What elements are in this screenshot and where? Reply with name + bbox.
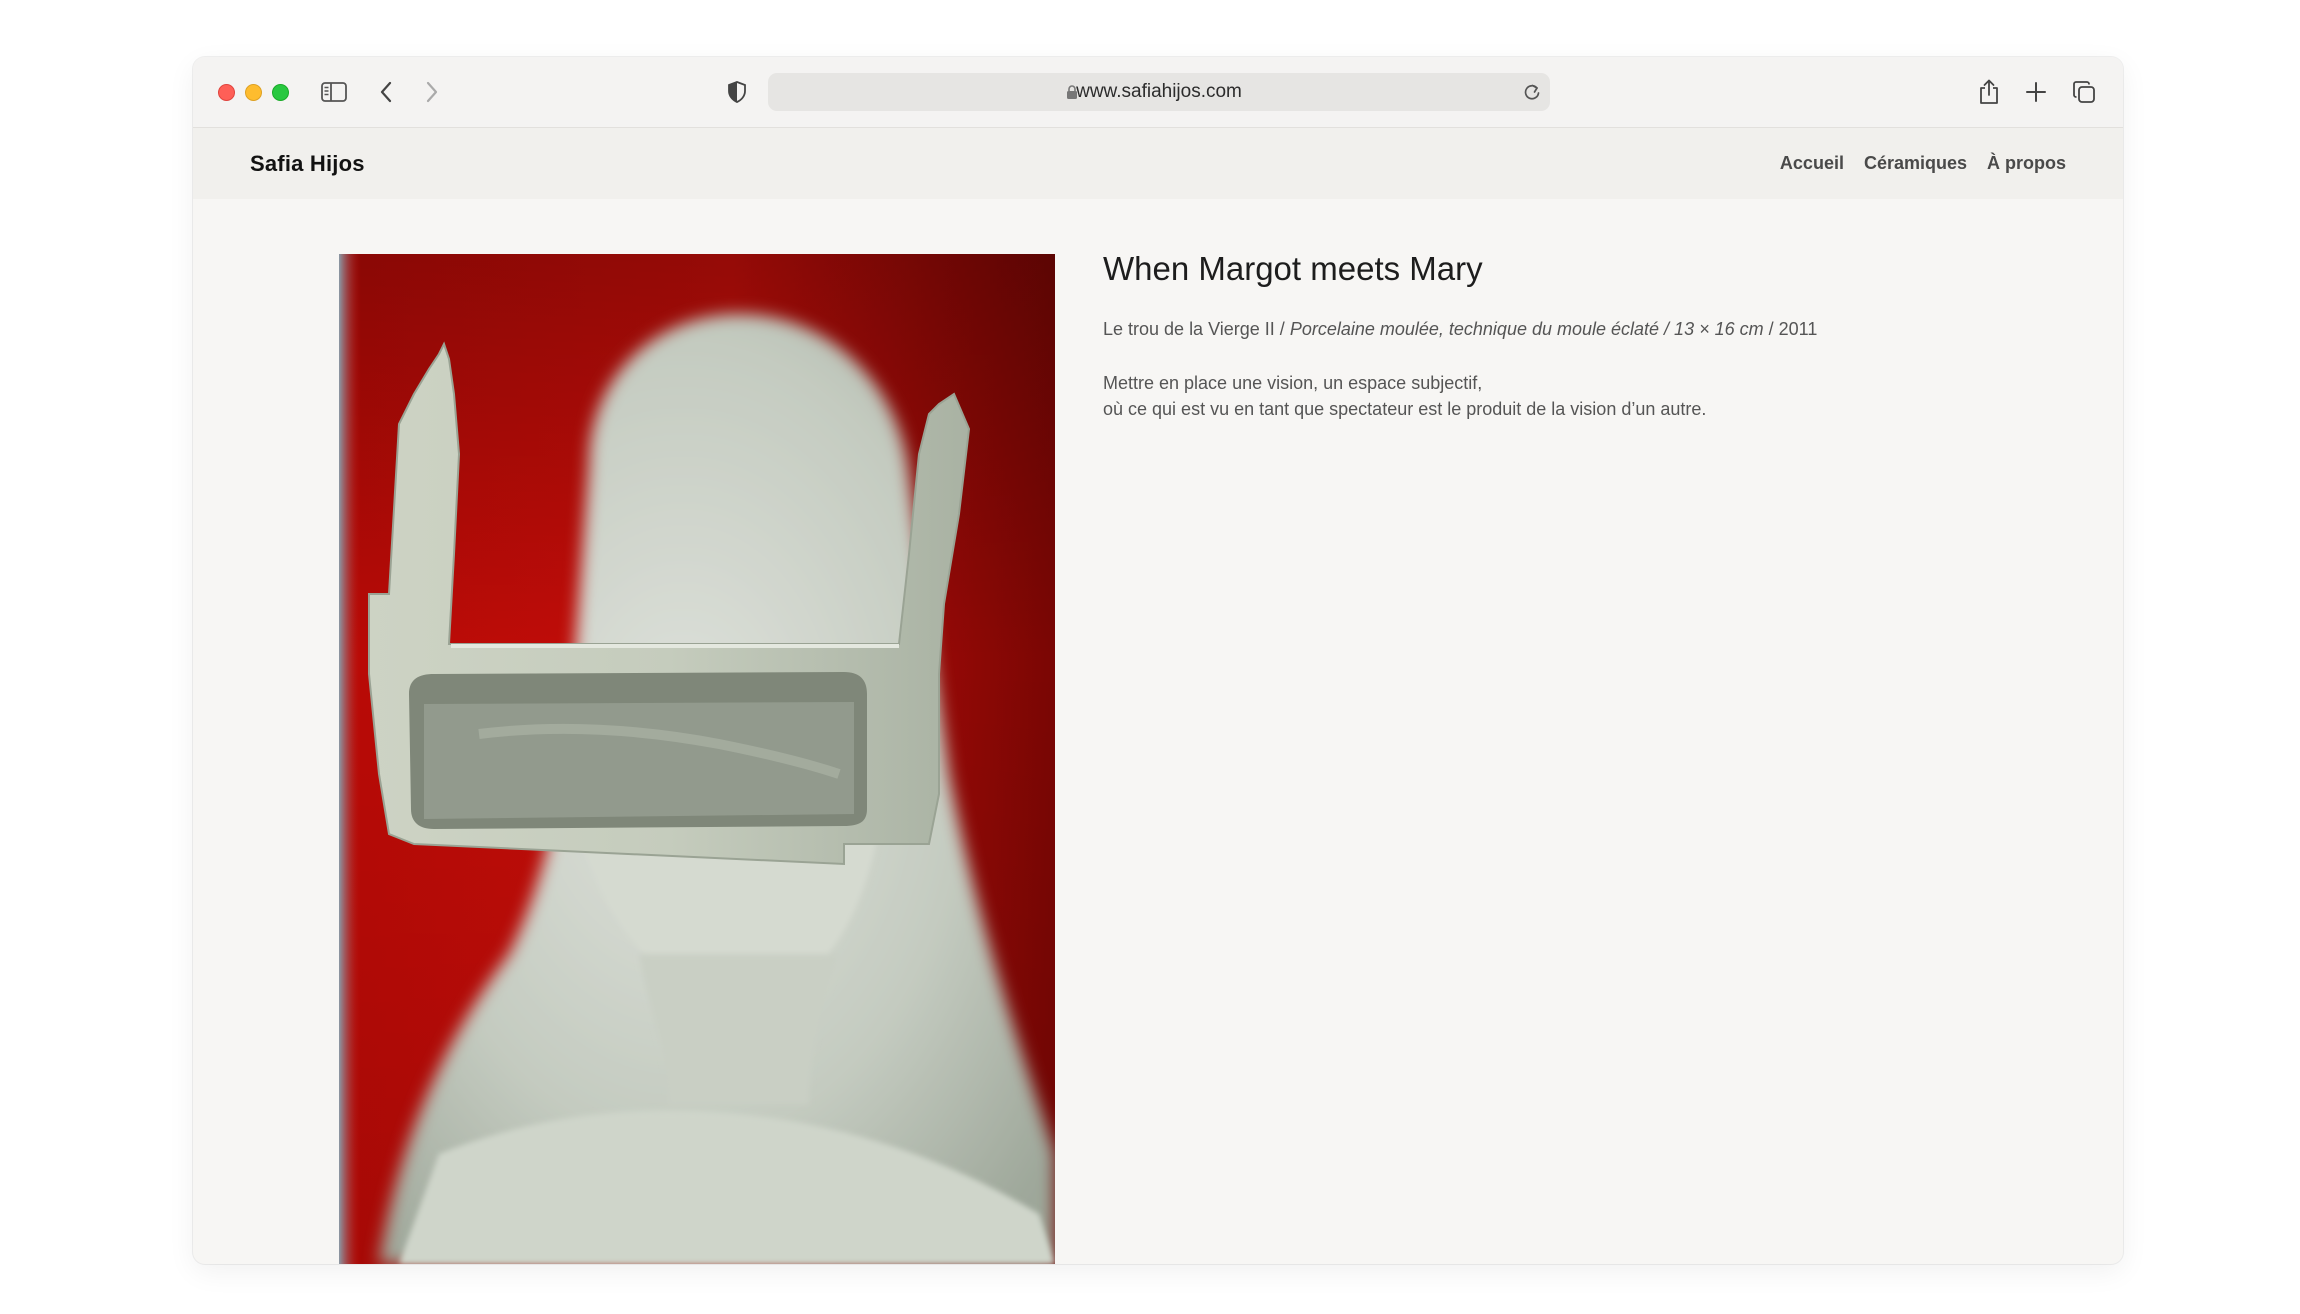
artwork-meta: Le trou de la Vierge II / Porcelaine mou…: [1103, 317, 2003, 341]
site-brand-link[interactable]: Safia Hijos: [250, 128, 365, 199]
chevron-right-icon[interactable]: [417, 77, 447, 107]
zoom-window-button[interactable]: [272, 84, 289, 101]
browser-toolbar: www.safiahijos.com: [193, 57, 2123, 128]
meta-separator: /: [1763, 319, 1779, 339]
artwork-description: Mettre en place une vision, un espace su…: [1103, 370, 2003, 422]
sidebar-icon[interactable]: [319, 77, 349, 107]
nav-item-ceramiques[interactable]: Céramiques: [1864, 153, 1967, 174]
artwork-photo: [339, 254, 1055, 1264]
meta-separator: /: [1274, 319, 1290, 339]
nav-item-a-propos[interactable]: À propos: [1987, 153, 2066, 174]
description-line: où ce qui est vu en tant que spectateur …: [1103, 399, 1707, 419]
url-text: www.safiahijos.com: [1076, 81, 1242, 102]
close-window-button[interactable]: [218, 84, 235, 101]
minimize-window-button[interactable]: [245, 84, 262, 101]
artwork-medium: Porcelaine moulée, technique du moule éc…: [1289, 319, 1764, 339]
description-line: Mettre en place une vision, un espace su…: [1103, 373, 1483, 393]
artwork-image: [339, 254, 1055, 1264]
browser-window: www.safiahijos.com Safia Hijos Accueil C…: [193, 57, 2123, 1264]
shield-icon[interactable]: [722, 77, 752, 107]
address-bar[interactable]: www.safiahijos.com: [768, 73, 1550, 111]
tab-overview-icon[interactable]: [2069, 77, 2099, 107]
chevron-left-icon[interactable]: [371, 77, 401, 107]
artwork-name: Le trou de la Vierge II: [1103, 319, 1275, 339]
artwork-year: 2011: [1778, 319, 1818, 339]
artwork-title: When Margot meets Mary: [1103, 250, 1483, 287]
main-nav: Accueil Céramiques À propos: [1780, 128, 2066, 199]
artwork-info: When Margot meets Mary Le trou de la Vie…: [1103, 247, 2003, 422]
nav-item-accueil[interactable]: Accueil: [1780, 153, 1844, 174]
plus-icon[interactable]: [2021, 77, 2051, 107]
share-icon[interactable]: [1974, 77, 2004, 107]
reload-icon[interactable]: [1522, 82, 1542, 107]
site-header: Safia Hijos Accueil Céramiques À propos: [193, 128, 2123, 199]
